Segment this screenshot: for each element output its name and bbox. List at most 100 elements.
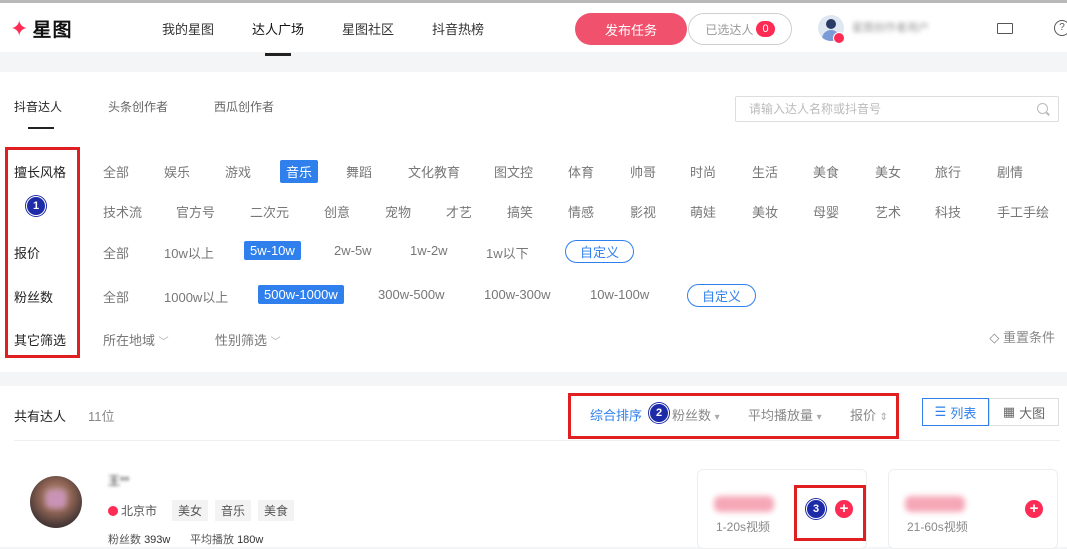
style-option[interactable]: 情感 [568,202,594,221]
style-option[interactable]: 创意 [324,202,350,221]
sort-avg-play-label: 平均播放量 [748,408,814,423]
style-option[interactable]: 娱乐 [164,162,190,181]
kol-search-field[interactable] [735,96,1059,122]
add-to-cart-button[interactable]: + [1025,500,1043,518]
style-option[interactable]: 美食 [813,162,839,181]
reset-filters-button[interactable]: ◇ 重置条件 [989,327,1055,346]
view-list-label: 列表 [950,405,977,421]
selected-kols-button[interactable]: 已选达人 0 [688,13,792,45]
tab-xigua-creator[interactable]: 西瓜创作者 [214,98,274,115]
eraser-icon: ◇ [989,330,1000,345]
price-option[interactable]: 10w以上 [164,243,214,262]
help-icon[interactable]: ? [1054,20,1067,36]
style-option[interactable]: 母婴 [813,202,839,221]
fans-filter-label: 粉丝数 [14,290,54,305]
style-option[interactable]: 搞笑 [507,202,533,221]
style-option[interactable]: 游戏 [225,162,251,181]
style-option[interactable]: 美女 [875,162,901,181]
price-option[interactable]: 2w-5w [334,243,372,258]
view-grid-button[interactable]: ▦ 大图 [989,398,1059,426]
style-option[interactable]: 官方号 [176,202,215,221]
style-option[interactable]: 体育 [568,162,594,181]
kol-name[interactable]: 王** [108,472,129,489]
sort-avg-play[interactable]: 平均播放量 ▾ [748,405,822,424]
view-list-button[interactable]: ☰ 列表 [922,398,989,426]
style-option[interactable]: 宠物 [385,202,411,221]
kol-avatar[interactable] [30,476,82,528]
chevron-down-icon: ﹀ [158,337,169,348]
fans-custom-button[interactable]: 自定义 [687,284,757,307]
price-card-label: 1-20s视频 [716,520,771,534]
style-option[interactable]: 萌娃 [690,202,716,221]
sort-comprehensive[interactable]: 综合排序 [590,405,642,424]
nav-my-xingtu[interactable]: 我的星图 [162,19,214,38]
style-option[interactable]: 科技 [935,202,961,221]
list-icon: ☰ [934,404,947,419]
sort-fans[interactable]: 粉丝数 ▾ [672,405,720,424]
add-to-cart-button[interactable]: + [835,500,853,518]
fans-option-selected[interactable]: 500w-1000w [258,285,344,304]
price-filter-label: 报价 [14,246,41,261]
tab-active-underline [28,127,54,129]
style-option[interactable]: 剧情 [997,162,1023,181]
price-option[interactable]: 1w-2w [410,243,448,258]
style-option[interactable]: 手工手绘 [997,202,1049,221]
view-grid-label: 大图 [1019,405,1046,421]
style-option-selected[interactable]: 音乐 [280,160,319,183]
star-logo-icon: ✦ [10,15,29,41]
tab-toutiao-creator[interactable]: 头条创作者 [108,98,168,115]
logo-text: 星图 [32,20,73,41]
xingtu-logo[interactable]: ✦ 星图 [10,15,72,42]
annotation-number: 3 [806,499,826,519]
kol-fans-stat: 粉丝数 393w [108,531,170,547]
fans-option[interactable]: 300w-500w [378,287,445,302]
sort-arrows-icon: ⇕ [879,412,889,423]
annotation-number: 1 [26,196,46,216]
style-option[interactable]: 文化教育 [408,162,460,181]
gender-dropdown[interactable]: 性别筛选 ﹀ [215,330,281,349]
style-option[interactable]: 全部 [103,162,129,181]
style-option[interactable]: 舞蹈 [346,162,372,181]
nav-douyin-hot[interactable]: 抖音热榜 [432,19,484,38]
top-navigation-bar: ✦ 星图 我的星图 达人广场 星图社区 抖音热榜 发布任务 已选达人 0 星图创… [0,0,1067,52]
tab-douyin-kol[interactable]: 抖音达人 [14,98,62,115]
kol-tag: 音乐 [215,500,252,521]
caret-down-icon: ▾ [816,412,822,423]
region-dropdown[interactable]: 所在地域 ﹀ [103,330,169,349]
fans-option[interactable]: 100w-300w [484,287,551,302]
total-kols-label: 共有达人 [14,409,67,424]
style-option[interactable]: 旅行 [935,162,961,181]
user-status-dot [833,32,845,44]
mail-icon[interactable] [997,23,1013,34]
publish-task-button[interactable]: 发布任务 [575,13,687,45]
user-name[interactable]: 星图创作者用户 [852,19,936,34]
price-card-label: 21-60s视频 [907,520,968,534]
style-option[interactable]: 美妆 [752,202,778,221]
style-option[interactable]: 艺术 [875,202,901,221]
price-option[interactable]: 全部 [103,243,129,262]
price-option-selected[interactable]: 5w-10w [244,241,301,260]
style-option[interactable]: 帅哥 [630,162,656,181]
sort-price[interactable]: 报价 ⇕ [850,405,888,424]
style-option[interactable]: 图文控 [494,162,533,181]
price-custom-button[interactable]: 自定义 [565,240,635,263]
price-option[interactable]: 1w以下 [486,243,529,262]
style-filter-label: 擅长风格 [14,165,67,180]
style-option[interactable]: 生活 [752,162,778,181]
style-option[interactable]: 时尚 [690,162,716,181]
filter-panel: 抖音达人 头条创作者 西瓜创作者 擅长风格 全部 娱乐 游戏 音乐 舞蹈 文化教… [0,72,1067,372]
style-option[interactable]: 影视 [630,202,656,221]
fans-option[interactable]: 全部 [103,287,129,306]
style-option[interactable]: 二次元 [250,202,289,221]
search-icon[interactable] [1037,103,1048,114]
reset-filters-label: 重置条件 [1002,330,1055,345]
style-option[interactable]: 技术流 [103,202,142,221]
fans-option[interactable]: 10w-100w [590,287,649,302]
kol-search-input[interactable] [747,101,1021,117]
nav-kol-square[interactable]: 达人广场 [252,19,304,38]
fans-option[interactable]: 1000w以上 [164,287,228,306]
list-divider [14,440,1060,441]
style-option[interactable]: 才艺 [446,202,472,221]
kol-fans-value: 393w [144,534,171,546]
nav-community[interactable]: 星图社区 [342,19,394,38]
